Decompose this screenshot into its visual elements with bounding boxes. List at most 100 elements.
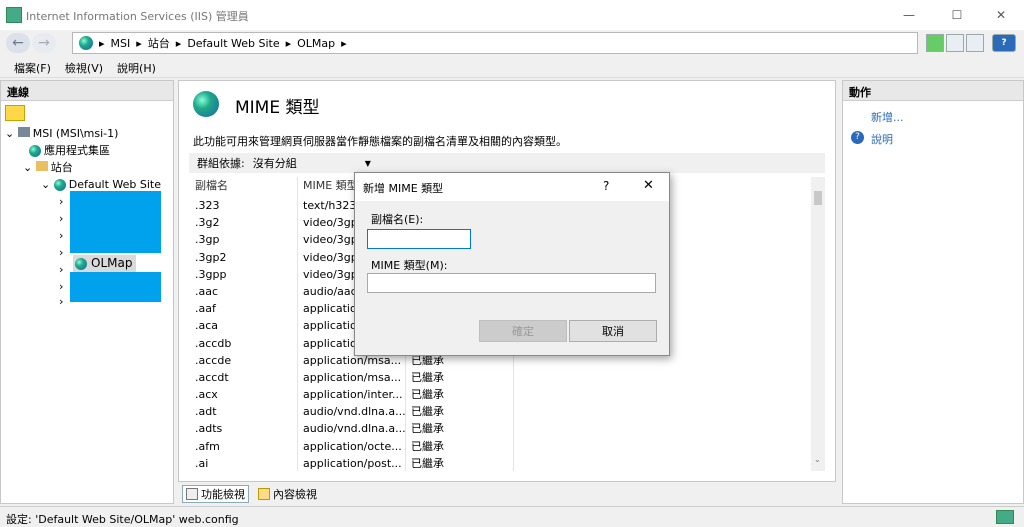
cell-entry-type: 已繼承 xyxy=(411,388,444,402)
tree-app-pools-label: 應用程式集區 xyxy=(44,144,110,157)
cell-mime: audio/vnd.dlna.a... xyxy=(303,422,406,436)
breadcrumb-item[interactable]: MSI xyxy=(111,37,131,50)
stop-icon[interactable] xyxy=(946,34,964,52)
scrollbar-thumb[interactable] xyxy=(814,191,822,205)
menu-file[interactable]: 檔案(F) xyxy=(14,60,51,76)
expand-icon[interactable]: ⌄ xyxy=(5,127,18,140)
redacted-block xyxy=(70,272,161,302)
group-by-bar: 群組依據: 沒有分組 ▼ xyxy=(189,153,825,173)
action-add[interactable]: 新增... xyxy=(871,109,904,125)
expand-icon[interactable]: ⌄ xyxy=(23,161,36,174)
help-icon[interactable]: ? xyxy=(992,34,1016,52)
cell-mime: audio/aac xyxy=(303,284,357,298)
refresh-icon[interactable] xyxy=(926,34,944,52)
tree-site-label: Default Web Site xyxy=(68,178,162,191)
cell-extension: .acx xyxy=(195,388,218,402)
dropdown-arrow-icon[interactable]: ▼ xyxy=(365,159,371,168)
breadcrumb-item[interactable]: OLMap xyxy=(297,37,335,50)
new-connection-icon[interactable] xyxy=(5,105,25,121)
cell-entry-type: 已繼承 xyxy=(411,422,444,436)
cell-mime: application/inter... xyxy=(303,388,403,402)
breadcrumb-item[interactable]: Default Web Site xyxy=(187,37,279,50)
expand-icon[interactable]: › xyxy=(59,263,63,276)
table-row[interactable]: .acx application/inter... 已繼承 xyxy=(189,386,819,403)
help-icon: ? xyxy=(851,131,864,144)
col-header-extension[interactable]: 副檔名 xyxy=(195,177,228,195)
dialog-close-button[interactable]: ✕ xyxy=(643,178,654,193)
cell-extension: .aac xyxy=(195,284,219,298)
menu-view[interactable]: 檢視(V) xyxy=(65,60,103,76)
cancel-button[interactable]: 取消 xyxy=(569,320,657,342)
server-icon xyxy=(17,127,30,137)
expand-icon[interactable]: › xyxy=(59,195,63,208)
table-row[interactable]: .ai application/post... 已繼承 xyxy=(189,455,819,471)
table-row[interactable]: .afm application/octe... 已繼承 xyxy=(189,438,819,455)
scroll-down-icon[interactable]: ⌄ xyxy=(814,455,821,464)
cell-mime: application/octe... xyxy=(303,439,402,453)
feature-description: 此功能可用來管理網頁伺服器當作靜態檔案的副檔名清單及相關的內容類型。 xyxy=(193,135,567,148)
dialog-help-button[interactable]: ? xyxy=(603,179,609,193)
cell-entry-type: 已繼承 xyxy=(411,439,444,453)
page-title: MIME 類型 xyxy=(235,98,320,118)
action-help[interactable]: 說明 xyxy=(871,131,893,147)
tree-server[interactable]: ⌄ MSI (MSI\msi-1) xyxy=(5,125,171,142)
maximize-button[interactable]: ☐ xyxy=(934,0,980,30)
breadcrumb-item[interactable]: 站台 xyxy=(148,35,170,51)
iis-app-icon xyxy=(6,7,22,23)
cell-extension: .afm xyxy=(195,439,220,453)
mime-type-label: MIME 類型(M): xyxy=(371,259,448,272)
address-bar[interactable]: ▸ MSI ▸ 站台 ▸ Default Web Site ▸ OLMap ▸ xyxy=(72,32,918,54)
breadcrumb-sep: ▸ xyxy=(99,36,105,50)
expand-icon[interactable]: › xyxy=(59,212,63,225)
mime-type-input[interactable] xyxy=(367,273,656,293)
vertical-scrollbar[interactable]: ⌄ xyxy=(811,177,825,471)
status-bar: 設定: 'Default Web Site/OLMap' web.config xyxy=(0,506,1024,527)
app-pool-icon xyxy=(29,145,41,157)
cell-extension: .accdt xyxy=(195,370,229,384)
cell-entry-type: 已繼承 xyxy=(411,370,444,384)
tab-features-view[interactable]: 功能檢視 xyxy=(182,485,249,503)
expand-icon[interactable]: › xyxy=(59,295,63,308)
tab-content-view-label: 內容檢視 xyxy=(273,488,317,501)
forward-button[interactable]: → xyxy=(32,33,56,53)
tree-selected-label: OLMap xyxy=(91,256,133,270)
tree-sites-label: 站台 xyxy=(50,161,73,174)
home-icon[interactable] xyxy=(966,34,984,52)
cell-mime: application/post... xyxy=(303,456,402,470)
connections-pane: 連線 ⌄ MSI (MSI\msi-1) 應用程式集區 ⌄ 站台 ⌄ Defau… xyxy=(0,80,174,504)
ok-button[interactable]: 確定 xyxy=(479,320,567,342)
table-row[interactable]: .adt audio/vnd.dlna.a... 已繼承 xyxy=(189,403,819,420)
sort-icon: ^ xyxy=(241,177,249,183)
cell-entry-type: 已繼承 xyxy=(411,405,444,419)
expand-icon[interactable]: › xyxy=(59,229,63,242)
cell-extension: .3gpp xyxy=(195,267,227,281)
menu-help[interactable]: 說明(H) xyxy=(117,60,156,76)
tree-sites[interactable]: ⌄ 站台 xyxy=(5,159,171,176)
address-toolbar: ← → ▸ MSI ▸ 站台 ▸ Default Web Site ▸ OLMa… xyxy=(0,30,1024,56)
table-row[interactable]: .accdt application/msa... 已繼承 xyxy=(189,369,819,386)
cell-extension: .323 xyxy=(195,199,220,212)
globe-icon xyxy=(79,36,93,50)
cell-mime: application/msa... xyxy=(303,370,402,384)
site-globe-icon xyxy=(53,179,66,191)
expand-icon[interactable]: › xyxy=(59,246,63,259)
minimize-button[interactable]: — xyxy=(886,0,932,30)
back-button[interactable]: ← xyxy=(6,33,30,53)
cell-extension: .aca xyxy=(195,319,219,333)
breadcrumb-sep: ▸ xyxy=(285,36,292,50)
tab-content-view[interactable]: 內容檢視 xyxy=(255,485,320,503)
tree-selected-app[interactable]: OLMap xyxy=(73,255,137,272)
tree-app-pools[interactable]: 應用程式集區 xyxy=(5,142,171,159)
cell-extension: .accdb xyxy=(195,336,232,350)
connections-tree: ⌄ MSI (MSI\msi-1) 應用程式集區 ⌄ 站台 ⌄ Default … xyxy=(5,125,171,193)
cell-extension: .3g2 xyxy=(195,216,220,230)
breadcrumb-sep: ▸ xyxy=(341,36,347,50)
expand-icon[interactable]: ⌄ xyxy=(41,178,54,191)
close-button[interactable]: ✕ xyxy=(978,0,1024,30)
expand-icon[interactable]: › xyxy=(59,280,63,293)
table-row[interactable]: .adts audio/vnd.dlna.a... 已繼承 xyxy=(189,420,819,437)
group-by-select[interactable]: 沒有分組 xyxy=(253,155,297,171)
extension-input[interactable] xyxy=(367,229,471,249)
cell-extension: .3gp2 xyxy=(195,250,227,264)
col-header-mime[interactable]: MIME 類型 xyxy=(303,177,358,195)
